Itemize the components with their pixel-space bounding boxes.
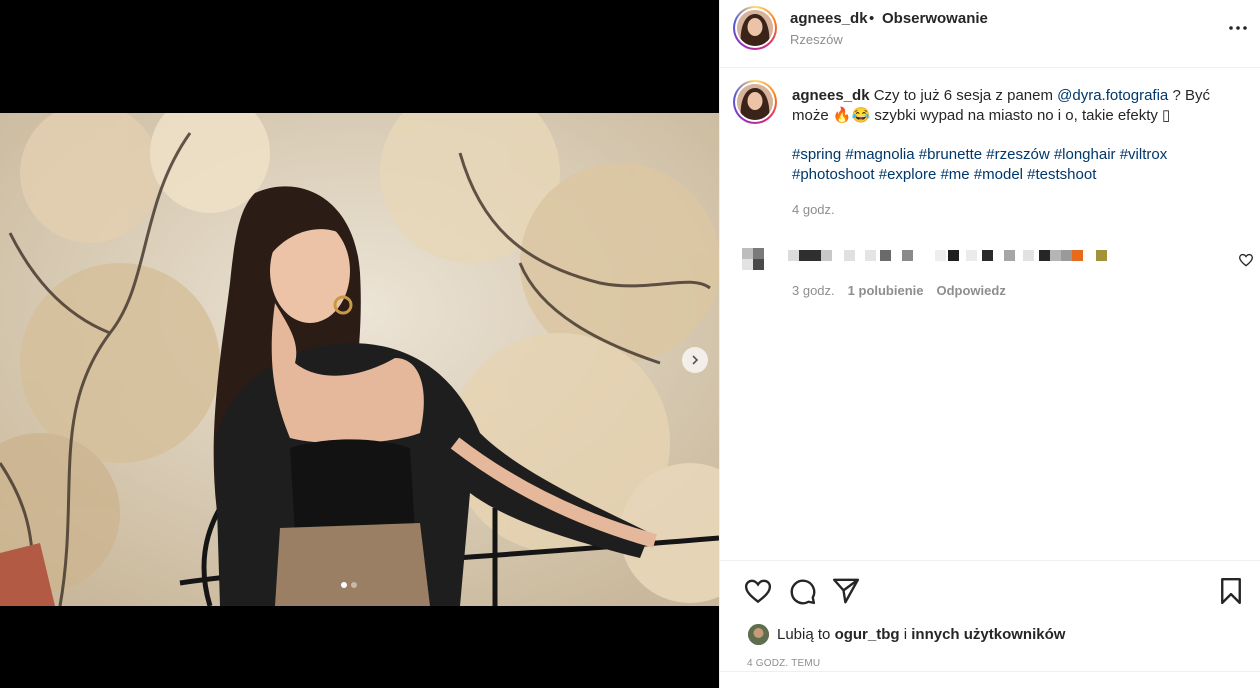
carousel-dot-active bbox=[341, 582, 347, 588]
post-header: agnees_dk • Obserwowanie Rzeszów bbox=[720, 0, 1260, 68]
caption-emoji: 🔥😂 bbox=[832, 107, 871, 124]
caption-username[interactable]: agnees_dk bbox=[792, 87, 870, 104]
comment-likes-count[interactable]: 1 polubienie bbox=[848, 283, 924, 298]
author-avatar[interactable] bbox=[733, 6, 777, 50]
header-separator: • bbox=[869, 10, 875, 27]
caption-glyph: ▯ bbox=[1162, 107, 1171, 124]
carousel-dot bbox=[351, 582, 357, 588]
likes-prefix: Lubią to bbox=[777, 625, 831, 643]
author-username[interactable]: agnees_dk bbox=[790, 10, 868, 27]
post-timestamp: 4 GODZ. TEMU bbox=[747, 658, 821, 669]
comment-timestamp: 3 godz. bbox=[792, 283, 835, 298]
caption-text-part: szybki wypad na miasto no i o, takie efe… bbox=[874, 107, 1158, 124]
caption-text-part: Czy to już 6 sesja z panem bbox=[873, 87, 1053, 104]
photo-illustration bbox=[0, 113, 719, 606]
likes-user-link[interactable]: ogur_tbg bbox=[835, 626, 900, 643]
likes-conj: i bbox=[903, 625, 908, 643]
comment-meta: 3 godz. 1 polubienie Odpowiedz bbox=[792, 283, 1006, 298]
liker-avatar[interactable] bbox=[748, 623, 769, 645]
comment-row bbox=[740, 248, 1254, 280]
likes-summary: Lubią to ogur_tbg i innych użytkowników bbox=[748, 622, 1065, 646]
more-options-button[interactable] bbox=[1226, 16, 1250, 40]
caption-hashtags[interactable]: #spring #magnolia #brunette #rzeszów #lo… bbox=[792, 145, 1232, 185]
carousel-dots bbox=[341, 582, 357, 588]
caption-timestamp: 4 godz. bbox=[792, 202, 835, 217]
post-location[interactable]: Rzeszów bbox=[790, 32, 843, 47]
like-heart-icon[interactable] bbox=[743, 576, 773, 606]
divider bbox=[720, 671, 1260, 672]
caption-mention[interactable]: @dyra.fotografia bbox=[1057, 87, 1168, 104]
caption-avatar[interactable] bbox=[733, 80, 777, 124]
comment-reply-button[interactable]: Odpowiedz bbox=[937, 283, 1006, 298]
post-media bbox=[0, 0, 719, 688]
next-slide-button[interactable] bbox=[682, 347, 708, 373]
follow-status-button[interactable]: Obserwowanie bbox=[882, 10, 988, 27]
more-horizontal-icon bbox=[1229, 26, 1247, 30]
post-photo[interactable] bbox=[0, 113, 719, 606]
save-bookmark-icon[interactable] bbox=[1216, 576, 1246, 606]
comment-like-heart-icon[interactable] bbox=[1238, 252, 1254, 268]
comment-icon[interactable] bbox=[787, 576, 817, 606]
caption-text: agnees_dk Czy to już 6 sesja z panem @dy… bbox=[792, 86, 1232, 126]
send-icon[interactable] bbox=[831, 576, 861, 606]
post-side-panel: agnees_dk • Obserwowanie Rzeszów agnees_… bbox=[719, 0, 1260, 688]
likes-others-link[interactable]: innych użytkowników bbox=[911, 626, 1065, 643]
commenter-avatar-pixelated[interactable] bbox=[742, 248, 770, 276]
instagram-post-view: agnees_dk • Obserwowanie Rzeszów agnees_… bbox=[0, 0, 1260, 688]
chevron-right-icon bbox=[692, 355, 699, 365]
